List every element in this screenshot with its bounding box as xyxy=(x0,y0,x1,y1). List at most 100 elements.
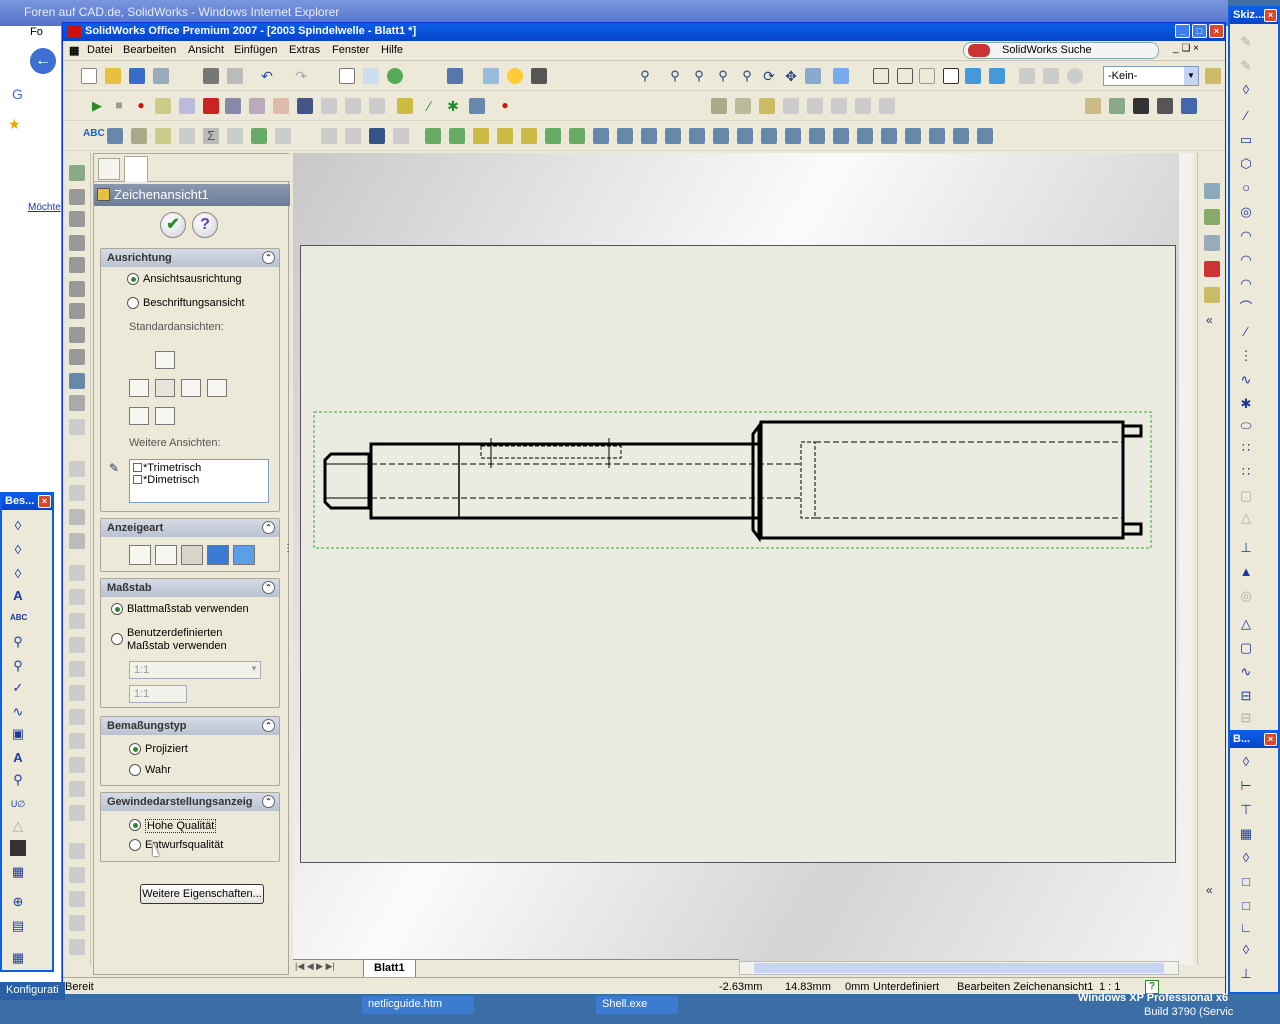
mirror-icon[interactable]: △ xyxy=(1238,510,1254,526)
sum-icon[interactable]: Σ xyxy=(203,128,219,144)
block-icon[interactable]: ▦ xyxy=(10,864,26,880)
sketch-icon[interactable]: ✎ xyxy=(1238,34,1254,50)
point-icon[interactable]: ✱ xyxy=(445,98,461,114)
undo-icon[interactable]: ↶ xyxy=(259,68,275,84)
polygon-icon[interactable]: ⬡ xyxy=(1238,156,1254,172)
record-icon[interactable]: ● xyxy=(497,98,513,114)
circle-icon[interactable]: ○ xyxy=(1238,180,1254,196)
menu-bearbeiten[interactable]: Bearbeiten xyxy=(123,44,176,56)
design-library-icon[interactable] xyxy=(1204,209,1220,225)
properties-icon[interactable] xyxy=(483,68,499,84)
collapse-icon[interactable]: ⌃ xyxy=(262,581,275,594)
strip-disabled1-icon[interactable] xyxy=(69,419,85,435)
search-results-icon[interactable] xyxy=(1204,261,1220,277)
home-icon[interactable] xyxy=(1204,183,1220,199)
relation23-icon[interactable] xyxy=(953,128,969,144)
shaded-edges-icon[interactable] xyxy=(943,68,959,84)
aux-view-icon[interactable] xyxy=(69,211,85,227)
run-macro-icon[interactable]: ▶ xyxy=(89,98,105,114)
wireframe-icon[interactable] xyxy=(873,68,889,84)
expand-pane-bottom-icon[interactable]: « xyxy=(1206,883,1213,897)
radio-ansichtsausrichtung[interactable] xyxy=(127,273,139,285)
close-icon[interactable]: × xyxy=(1264,9,1277,22)
strip-tool19-icon[interactable] xyxy=(69,915,85,931)
strip-tool20-icon[interactable] xyxy=(69,939,85,955)
relation18-icon[interactable] xyxy=(833,128,849,144)
menu-einfuegen[interactable]: Einfügen xyxy=(234,44,277,56)
radio-beschriftungsansicht[interactable] xyxy=(127,297,139,309)
scale-select[interactable]: 1:1 ▼ xyxy=(129,661,261,679)
bemassung-header[interactable]: Bemaßungstyp ⌃ xyxy=(101,717,279,735)
maximize-button[interactable]: □ xyxy=(1192,24,1207,38)
model-items-icon[interactable]: ◊ xyxy=(10,542,26,558)
menu-datei[interactable]: Datei xyxy=(87,44,113,56)
radio-projiziert[interactable] xyxy=(129,743,141,755)
spellcheck-icon[interactable]: ABC xyxy=(83,128,105,144)
property-manager-tab-icon[interactable] xyxy=(124,156,148,182)
relation16-icon[interactable] xyxy=(785,128,801,144)
view-back-icon[interactable] xyxy=(207,379,227,397)
print-icon[interactable] xyxy=(203,68,219,84)
strip-tool10-icon[interactable] xyxy=(69,685,85,701)
hidden-lines-removed-icon[interactable] xyxy=(919,68,935,84)
baseline-dim-icon[interactable]: ▦ xyxy=(1238,826,1254,842)
smart-dimension-icon[interactable]: ◊ xyxy=(10,518,26,534)
wireframe-mode-icon[interactable] xyxy=(129,545,151,565)
help-button[interactable]: ? xyxy=(192,212,218,238)
trim-icon[interactable]: ⊥ xyxy=(1238,540,1254,556)
menu-extras[interactable]: Extras xyxy=(289,44,320,56)
strip-tool17-icon[interactable] xyxy=(69,867,85,883)
standard3-view-icon[interactable] xyxy=(69,395,85,411)
broken-view-icon[interactable] xyxy=(69,327,85,343)
geometric-tolerance-icon[interactable]: ▣ xyxy=(10,726,26,742)
drawing-tool7-icon[interactable] xyxy=(855,98,871,114)
hidden-lines-visible-icon[interactable] xyxy=(897,68,913,84)
strip-tool11-icon[interactable] xyxy=(69,709,85,725)
relation24-icon[interactable] xyxy=(977,128,993,144)
macro-disabled-icon[interactable] xyxy=(321,98,337,114)
3d-sketch-icon[interactable]: ✎ xyxy=(1238,58,1254,74)
vertical-dim-icon[interactable]: ⊤ xyxy=(1238,802,1254,818)
filter3-icon[interactable] xyxy=(369,128,385,144)
strip-tool5-icon[interactable] xyxy=(69,565,85,581)
view-orientation-icon[interactable] xyxy=(805,68,821,84)
layer-select[interactable]: -Kein- ▼ xyxy=(1103,66,1199,86)
view-left-icon[interactable] xyxy=(129,379,149,397)
tables-icon[interactable]: ▦ xyxy=(10,950,26,966)
fully-define-icon[interactable]: ⊟ xyxy=(1238,688,1254,704)
3point-arc-icon[interactable]: ◠ xyxy=(1238,276,1254,292)
centerline-icon[interactable]: ▤ xyxy=(10,918,26,934)
repair-sketch-icon[interactable]: ∿ xyxy=(1238,664,1254,680)
strip-disabled3-icon[interactable] xyxy=(69,485,85,501)
relation22-icon[interactable] xyxy=(929,128,945,144)
open-icon[interactable] xyxy=(105,68,121,84)
construction-line-icon[interactable]: ⋮ xyxy=(1238,348,1254,364)
annotation-icon[interactable] xyxy=(155,128,171,144)
minimize-button[interactable]: _ xyxy=(1175,24,1190,38)
window-layout-icon[interactable] xyxy=(447,68,463,84)
drawing-tool8-icon[interactable] xyxy=(879,98,895,114)
relation11-icon[interactable] xyxy=(665,128,681,144)
alternate-position-icon[interactable] xyxy=(69,349,85,365)
task-konfiguration[interactable]: Konfigurati xyxy=(0,982,65,1000)
ausrichtung-header[interactable]: Ausrichtung ⌃ xyxy=(101,249,279,267)
stop-macro-icon[interactable]: ■ xyxy=(111,98,127,114)
point-sketch-icon[interactable]: ✱ xyxy=(1238,396,1254,412)
task-shell[interactable]: Shell.exe xyxy=(596,996,678,1014)
macro-tool-icon[interactable] xyxy=(249,98,265,114)
layer-properties-icon[interactable] xyxy=(1205,68,1221,84)
ordinate-dim-icon[interactable]: ◊ xyxy=(1238,850,1254,866)
relation5-icon[interactable] xyxy=(521,128,537,144)
weld-icon[interactable] xyxy=(275,128,291,144)
radio-entwurfsqualitaet[interactable] xyxy=(129,839,141,851)
hidden-visible-mode-icon[interactable] xyxy=(155,545,177,565)
view-bottom-icon[interactable] xyxy=(155,407,175,425)
macro-chart-icon[interactable] xyxy=(273,98,289,114)
layer-tool-icon[interactable] xyxy=(1085,98,1101,114)
relation10-icon[interactable] xyxy=(641,128,657,144)
menu-fenster[interactable]: Fenster xyxy=(332,44,369,56)
shaded-mode-icon[interactable] xyxy=(233,545,255,565)
radio-benutzerdefiniert[interactable] xyxy=(111,633,123,645)
close-icon[interactable]: × xyxy=(38,495,51,508)
line-style-icon[interactable] xyxy=(1109,98,1125,114)
